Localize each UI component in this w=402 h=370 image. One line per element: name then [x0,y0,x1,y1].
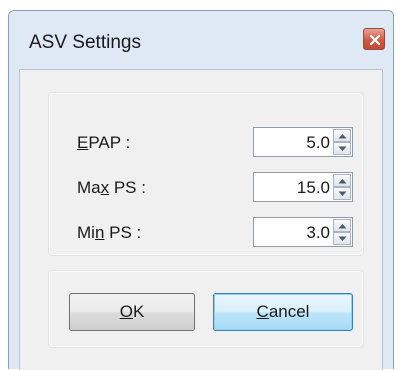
epap-label: EPAP : [77,133,131,152]
min-ps-decrement-button[interactable] [333,232,351,245]
spin-down-arrow-icon [338,236,347,241]
max-ps-spinbox[interactable]: 15.0 [253,172,353,202]
button-group: OK Cancel [48,270,364,348]
spin-down-arrow-icon [338,146,347,151]
asv-settings-window: ASV Settings EPAP : 5.0 Max PS: 15.0 Mi… [8,10,394,370]
min-ps-spin-buttons [333,219,351,245]
close-button[interactable] [363,28,385,50]
min-ps-value[interactable]: 3.0 [306,223,330,243]
spin-up-arrow-icon [338,179,347,184]
epap-decrement-button[interactable] [333,142,351,155]
max-ps-label: Max PS : [77,178,146,197]
cancel-button[interactable]: Cancel [213,293,353,331]
title-bar[interactable]: ASV Settings [9,11,393,69]
settings-group: EPAP : 5.0 Max PS : 15.0 Min PS: 3.0 [48,92,364,256]
epap-spinbox[interactable]: 5.0 [253,127,353,157]
ok-button[interactable]: OK [69,293,195,331]
min-ps-spinbox[interactable]: 3.0 [253,217,353,247]
spin-down-arrow-icon [338,191,347,196]
max-ps-value[interactable]: 15.0 [297,178,330,198]
spin-up-arrow-icon [338,134,347,139]
max-ps-decrement-button[interactable] [333,187,351,200]
min-ps-increment-button[interactable] [333,219,351,232]
max-ps-increment-button[interactable] [333,174,351,187]
epap-value[interactable]: 5.0 [306,133,330,153]
spin-up-arrow-icon [338,224,347,229]
close-icon [369,34,381,46]
max-ps-spin-buttons [333,174,351,200]
window-title: ASV Settings [29,32,141,53]
min-ps-label: Min PS : [77,223,142,242]
dialog-client-area: EPAP : 5.0 Max PS : 15.0 Min PS: 3.0 OK… [19,69,383,370]
epap-spin-buttons [333,129,351,155]
epap-increment-button[interactable] [333,129,351,142]
